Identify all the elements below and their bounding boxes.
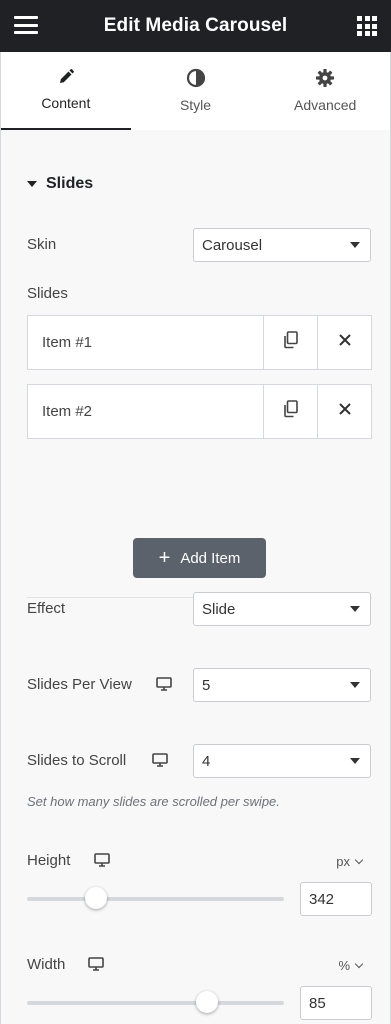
plus-icon: + (158, 547, 171, 569)
add-item-button[interactable]: + Add Item (133, 538, 266, 578)
effect-label: Effect (27, 600, 66, 617)
desktop-responsive-icon[interactable] (156, 677, 172, 696)
slides-to-scroll-label: Slides to Scroll (27, 752, 127, 769)
width-unit-select[interactable]: % (338, 958, 364, 973)
slides-to-scroll-select[interactable]: 4 (193, 744, 371, 778)
height-slider[interactable] (27, 887, 284, 909)
height-label: Height (27, 852, 71, 869)
duplicate-button[interactable] (263, 316, 317, 369)
width-unit: % (338, 958, 350, 973)
close-icon (338, 333, 352, 352)
copy-icon (283, 331, 299, 354)
tab-style[interactable]: Style (131, 52, 261, 130)
dropdown-arrow-icon (350, 682, 360, 688)
tab-advanced-label: Advanced (294, 97, 357, 113)
skin-select[interactable]: Carousel (193, 228, 371, 262)
add-item-label: Add Item (180, 549, 241, 567)
width-value: 85 (309, 994, 326, 1012)
slides-per-view-select[interactable]: 5 (193, 668, 371, 702)
width-input[interactable]: 85 (300, 986, 372, 1020)
repeater-item-title[interactable]: Item #1 (28, 316, 263, 369)
gear-icon (315, 68, 335, 88)
copy-icon (283, 400, 299, 423)
effect-select[interactable]: Slide (193, 592, 371, 626)
slider-handle[interactable] (85, 887, 108, 909)
duplicate-button[interactable] (263, 385, 317, 438)
desktop-responsive-icon[interactable] (88, 957, 104, 976)
remove-button[interactable] (317, 316, 371, 369)
width-label: Width (27, 956, 66, 973)
section-title: Slides (46, 175, 94, 192)
slides-to-scroll-value: 4 (202, 752, 211, 770)
caret-down-icon (27, 181, 37, 187)
dropdown-arrow-icon (350, 242, 360, 248)
panel-title: Edit Media Carousel (103, 15, 288, 36)
width-slider[interactable] (27, 991, 284, 1013)
skin-label: Skin (27, 236, 57, 253)
chevron-down-icon (354, 855, 364, 864)
effect-select-value: Slide (202, 600, 236, 618)
chevron-down-icon (354, 959, 364, 968)
half-circle-icon (186, 68, 206, 88)
slides-per-view-value: 5 (202, 676, 211, 694)
slider-handle[interactable] (195, 991, 218, 1013)
height-input[interactable]: 342 (300, 882, 372, 916)
tab-content-label: Content (41, 95, 91, 111)
desktop-responsive-icon[interactable] (152, 753, 168, 772)
height-value: 342 (309, 890, 335, 908)
tab-style-label: Style (179, 97, 212, 113)
tab-advanced[interactable]: Advanced (260, 52, 390, 130)
desktop-responsive-icon[interactable] (94, 853, 110, 872)
close-icon (338, 402, 352, 421)
hamburger-icon[interactable] (14, 16, 38, 36)
height-unit-select[interactable]: px (336, 854, 364, 869)
repeater-item: Item #1 (27, 315, 372, 370)
slides-label: Slides (27, 285, 68, 302)
editor-header: Edit Media Carousel (0, 0, 391, 52)
section-toggle-slides[interactable]: Slides (27, 175, 93, 193)
editor-panel: Content Style Advanced Slides Skin Carou… (0, 52, 391, 1024)
repeater-item: Item #2 (27, 384, 372, 439)
dropdown-arrow-icon (350, 758, 360, 764)
pencil-icon (57, 68, 75, 86)
slides-to-scroll-help: Set how many slides are scrolled per swi… (27, 794, 280, 809)
height-unit: px (336, 854, 350, 869)
tab-content[interactable]: Content (1, 52, 131, 131)
dropdown-arrow-icon (350, 606, 360, 612)
editor-frame: Edit Media Carousel Content Style Advanc… (0, 0, 391, 1024)
repeater-item-title[interactable]: Item #2 (28, 385, 263, 438)
tab-bar: Content Style Advanced (1, 52, 390, 131)
grid-icon[interactable] (357, 16, 377, 36)
skin-select-value: Carousel (202, 236, 263, 254)
controls-area: Slides Skin Carousel Slides Item #1 Item… (1, 130, 390, 1024)
remove-button[interactable] (317, 385, 371, 438)
slides-per-view-label: Slides Per View (27, 676, 132, 693)
